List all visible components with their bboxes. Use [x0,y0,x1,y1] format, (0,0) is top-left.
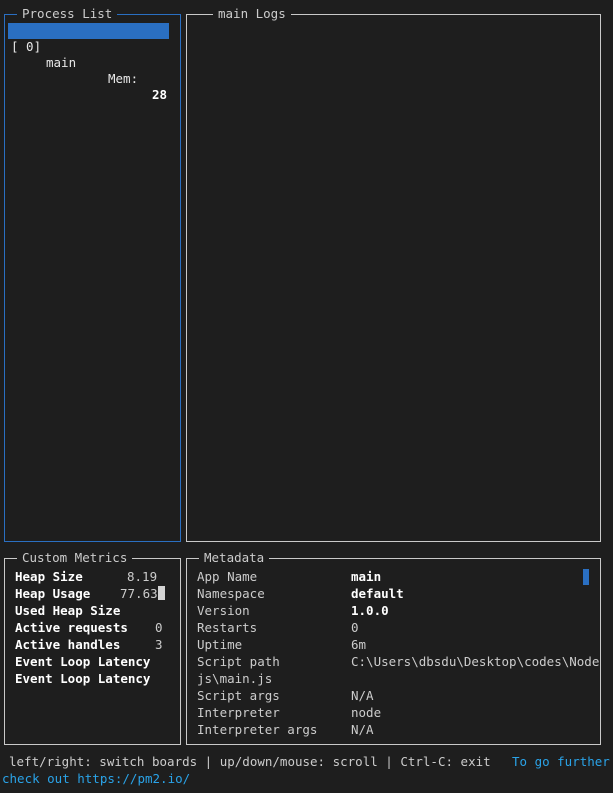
meta-value-namespace: default [351,586,404,601]
metric-value-active-requests: 0 [155,620,163,635]
metric-value-active-handles: 3 [155,637,163,652]
metadata-title: Metadata [199,550,270,566]
meta-value-version: 1.0.0 [351,603,389,618]
process-list-title: Process List [17,6,118,22]
go-further-link[interactable]: To go further [512,754,610,770]
custom-metrics-panel[interactable]: Custom Metrics Heap Size 8.19 Heap Usage… [4,550,181,745]
meta-value-script-path: C:\Users\dbsdu\Desktop\codes\Node [351,654,600,669]
meta-value-uptime: 6m [351,637,367,652]
process-row-main[interactable]: [ 0] main Mem: 28 [8,23,169,102]
help-bar: left/right: switch boards | up/down/mous… [9,754,491,769]
metric-label-used-heap-size: Used Heap Size [15,603,121,618]
metric-value-heap-usage: 77.63 [120,585,165,602]
meta-value-app-name: main [351,569,382,584]
meta-label-version: Version [197,603,250,618]
pm2-link[interactable]: check out https://pm2.io/ [2,771,190,787]
metric-label-active-handles: Active handles [15,637,121,652]
process-list-panel[interactable]: Process List [ 0] main Mem: 28 [4,6,181,542]
process-name: main [46,55,77,70]
meta-label-app-name: App Name [197,569,258,584]
metadata-panel[interactable]: Metadata App Name main Namespace default… [186,550,601,745]
metric-label-event-loop-latency: Event Loop Latency [15,654,151,669]
meta-label-script-args: Script args [197,688,280,703]
metric-value-heap-size: 8.19 [127,569,158,584]
metric-label-event-loop-latency-p95: Event Loop Latency [15,671,151,686]
metadata-scrollbar[interactable] [583,569,589,585]
meta-label-interpreter-args: Interpreter args [197,722,318,737]
process-mem-label: Mem: [108,71,139,86]
meta-value-script-args: N/A [351,688,374,703]
meta-label-uptime: Uptime [197,637,243,652]
custom-metrics-title: Custom Metrics [17,550,133,566]
metric-label-active-requests: Active requests [15,620,128,635]
meta-value-interpreter: node [351,705,382,720]
meta-value-restarts: 0 [351,620,359,635]
process-index: [ 0] [11,39,42,54]
meta-label-restarts: Restarts [197,620,258,635]
meta-label-namespace: Namespace [197,586,265,601]
process-mem-value: 28 [152,87,168,102]
meta-label-script-path: Script path [197,654,280,669]
meta-value-interpreter-args: N/A [351,722,374,737]
meta-label-interpreter: Interpreter [197,705,280,720]
meta-script-path-continuation: js\main.js [197,671,273,686]
heap-usage-text: 77.63 [120,586,158,601]
metric-label-heap-usage: Heap Usage [15,586,91,601]
logs-panel[interactable]: main Logs [186,6,601,542]
metric-label-heap-size: Heap Size [15,569,83,584]
text-cursor [157,586,165,600]
logs-title: main Logs [213,6,291,22]
